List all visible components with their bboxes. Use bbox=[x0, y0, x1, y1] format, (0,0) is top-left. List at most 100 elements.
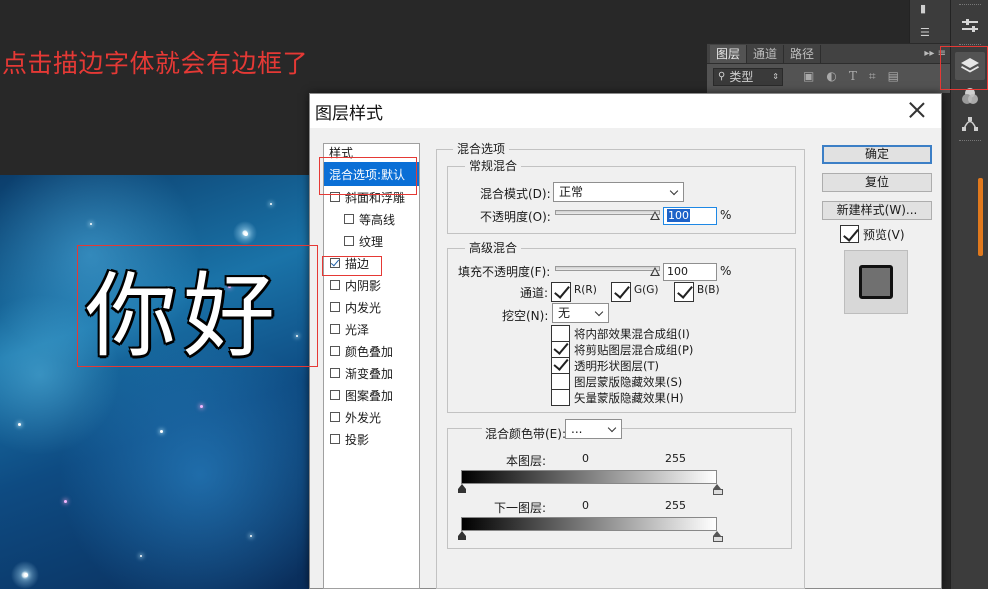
under-layer-low: 0 bbox=[582, 499, 589, 512]
fill-opacity-unit: % bbox=[720, 264, 732, 278]
blend-mode-label: 混合模式(D): bbox=[480, 187, 551, 201]
advanced-option-row[interactable]: 透明形状图层(T) bbox=[551, 357, 659, 374]
list-icon[interactable]: ☰ bbox=[920, 26, 930, 39]
advanced-option-label: 透明形状图层(T) bbox=[574, 358, 659, 373]
advanced-option-row[interactable]: 将内部效果混合成组(I) bbox=[551, 325, 690, 342]
style-item[interactable]: 外发光 bbox=[324, 406, 419, 428]
blend-mode-select[interactable]: 正常 bbox=[553, 182, 684, 202]
blend-options-legend: 混合选项 bbox=[453, 142, 510, 156]
this-layer-high: 255 bbox=[665, 452, 686, 465]
style-item-label: 图案叠加 bbox=[345, 388, 394, 403]
new-style-button[interactable]: 新建样式(W)... bbox=[822, 201, 932, 220]
preview-checkbox[interactable] bbox=[840, 225, 859, 243]
pixel-filter-icon[interactable]: ▣ bbox=[803, 69, 814, 84]
knockout-value: 无 bbox=[558, 306, 571, 320]
style-checkbox[interactable] bbox=[330, 324, 340, 334]
style-checkbox[interactable] bbox=[344, 214, 354, 224]
fill-opacity-value: 100 bbox=[667, 265, 688, 278]
fill-opacity-slider[interactable] bbox=[555, 266, 660, 271]
layer-filter-select[interactable]: ⚲ 类型 ⇕ bbox=[713, 68, 783, 86]
preview-checkbox-row[interactable]: 预览(V) bbox=[840, 225, 905, 243]
style-item[interactable]: 内阴影 bbox=[324, 274, 419, 296]
this-layer-black-thumb[interactable] bbox=[458, 484, 466, 493]
type-filter-icon[interactable]: T bbox=[849, 69, 857, 84]
dialog-titlebar: 图层样式 bbox=[310, 94, 941, 128]
fill-opacity-input[interactable]: 100 bbox=[663, 263, 717, 281]
highlight-stroke-item bbox=[322, 256, 382, 276]
style-item[interactable]: 内发光 bbox=[324, 296, 419, 318]
highlight-canvas-text bbox=[77, 245, 318, 367]
dialog-title: 图层样式 bbox=[315, 103, 383, 124]
style-preview-thumbnail bbox=[844, 250, 908, 314]
shape-filter-icon[interactable]: ⌗ bbox=[869, 69, 876, 84]
ok-button[interactable]: 确定 bbox=[822, 145, 932, 164]
instruction-annotation: 点击描边字体就会有边框了 bbox=[2, 49, 309, 78]
style-item-label: 投影 bbox=[345, 432, 370, 447]
layers-panel-tabs: 图层 通道 路径 ▸▸ ≡ bbox=[707, 44, 950, 64]
paths-icon[interactable] bbox=[955, 110, 985, 138]
properties-icon[interactable] bbox=[955, 12, 985, 40]
panel-scroll-indicator[interactable] bbox=[978, 178, 983, 256]
advanced-option-checkbox[interactable] bbox=[551, 357, 570, 374]
style-checkbox[interactable] bbox=[330, 368, 340, 378]
this-layer-low: 0 bbox=[582, 452, 589, 465]
style-checkbox[interactable] bbox=[344, 236, 354, 246]
style-item[interactable]: 光泽 bbox=[324, 318, 419, 340]
style-item[interactable]: 图案叠加 bbox=[324, 384, 419, 406]
chevron-down-icon bbox=[594, 307, 604, 317]
opacity-unit: % bbox=[720, 208, 732, 222]
channel-checkbox[interactable] bbox=[611, 282, 631, 302]
style-checkbox[interactable] bbox=[330, 412, 340, 422]
style-item[interactable]: 纹理 bbox=[324, 230, 419, 252]
layer-filter-icons: ▣ ◐ T ⌗ ▤ bbox=[803, 69, 899, 84]
opacity-slider[interactable] bbox=[555, 210, 660, 215]
chevron-down-icon bbox=[669, 186, 679, 196]
canvas-image bbox=[0, 175, 312, 589]
style-checkbox[interactable] bbox=[330, 280, 340, 290]
channel-checkbox[interactable] bbox=[551, 282, 571, 302]
opacity-slider-thumb[interactable] bbox=[650, 211, 660, 220]
general-blending-legend: 常规混合 bbox=[465, 159, 522, 173]
style-checkbox[interactable] bbox=[330, 346, 340, 356]
knockout-select[interactable]: 无 bbox=[552, 303, 609, 323]
advanced-option-row[interactable]: 将剪贴图层混合成组(P) bbox=[551, 341, 693, 358]
style-checkbox[interactable] bbox=[330, 434, 340, 444]
fill-opacity-slider-thumb[interactable] bbox=[650, 267, 660, 276]
channel-label: G(G) bbox=[634, 284, 659, 296]
advanced-option-row[interactable]: 矢量蒙版隐藏效果(H) bbox=[551, 389, 684, 406]
under-layer-black-thumb[interactable] bbox=[458, 531, 466, 540]
style-item-label: 颜色叠加 bbox=[345, 344, 394, 359]
smart-object-filter-icon[interactable]: ▤ bbox=[888, 69, 899, 84]
style-checkbox[interactable] bbox=[330, 302, 340, 312]
style-item[interactable]: 颜色叠加 bbox=[324, 340, 419, 362]
opacity-value: 100 bbox=[667, 209, 690, 222]
this-layer-white-thumb[interactable] bbox=[713, 484, 723, 495]
under-layer-white-thumb[interactable] bbox=[713, 531, 723, 542]
adjust-icon[interactable]: ▮ bbox=[920, 2, 926, 15]
adjustment-filter-icon[interactable]: ◐ bbox=[826, 69, 836, 84]
tab-channels[interactable]: 通道 bbox=[747, 45, 785, 63]
close-icon[interactable] bbox=[907, 100, 927, 120]
style-item-label: 外发光 bbox=[345, 410, 382, 425]
opacity-input[interactable]: 100 bbox=[663, 207, 717, 225]
advanced-option-row[interactable]: 图层蒙版隐藏效果(S) bbox=[551, 373, 682, 390]
tab-layers[interactable]: 图层 bbox=[710, 45, 748, 63]
channel-checkbox[interactable] bbox=[674, 282, 694, 302]
blend-if-select[interactable]: ... bbox=[565, 419, 622, 439]
chevron-down-icon bbox=[607, 423, 617, 433]
under-layer-gradient bbox=[461, 517, 717, 531]
reset-button[interactable]: 复位 bbox=[822, 173, 932, 192]
preview-label: 预览(V) bbox=[863, 227, 905, 242]
style-item[interactable]: 等高线 bbox=[324, 208, 419, 230]
advanced-option-checkbox[interactable] bbox=[551, 373, 570, 390]
highlight-blend-options bbox=[319, 157, 417, 195]
advanced-option-label: 将内部效果混合成组(I) bbox=[574, 326, 690, 341]
style-item[interactable]: 投影 bbox=[324, 428, 419, 450]
style-checkbox[interactable] bbox=[330, 390, 340, 400]
advanced-option-checkbox[interactable] bbox=[551, 389, 570, 406]
opacity-label: 不透明度(O): bbox=[480, 210, 551, 224]
search-icon: ⚲ bbox=[718, 71, 726, 82]
advanced-option-label: 将剪贴图层混合成组(P) bbox=[574, 342, 694, 357]
style-item[interactable]: 渐变叠加 bbox=[324, 362, 419, 384]
tab-paths[interactable]: 路径 bbox=[784, 45, 822, 63]
